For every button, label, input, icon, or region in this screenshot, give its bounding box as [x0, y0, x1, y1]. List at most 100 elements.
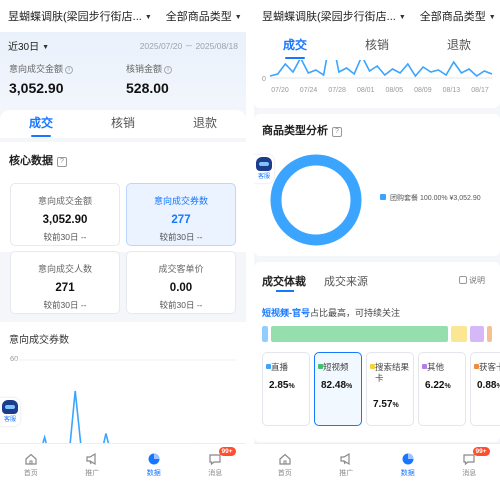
- x-tick-label: 08/01: [357, 87, 375, 94]
- donut-slice: [270, 154, 362, 246]
- kpi-label: 意向成交金额: [37, 196, 92, 206]
- period-selector[interactable]: 近30日 ▼: [8, 38, 49, 53]
- robot-avatar-icon: [256, 157, 272, 171]
- kpi-compare: 较前30日 --: [159, 232, 203, 242]
- legend-swatch: [380, 194, 386, 200]
- service-label: 客服: [3, 417, 16, 423]
- nav-data[interactable]: 数据: [377, 444, 439, 481]
- period-label: 近30日: [8, 42, 40, 53]
- shop-selector[interactable]: 昱蝴蝶调肤(梁园步行街店... ▼: [8, 8, 152, 24]
- source-card[interactable]: 其他 6.22%: [418, 352, 466, 426]
- kpi-card[interactable]: 意向成交金额 3,052.90 较前30日 --: [10, 183, 120, 246]
- left-tab-bar: 成交 核销 退款: [0, 110, 246, 138]
- nav-home[interactable]: 首页: [0, 444, 62, 481]
- document-icon: [459, 276, 467, 284]
- nav-messages[interactable]: 消息 99+: [439, 444, 500, 481]
- tab-deal-source[interactable]: 成交来源: [324, 273, 368, 289]
- kpi-compare: 较前30日 --: [159, 300, 203, 310]
- metric-value: 3,052.90: [9, 80, 64, 96]
- tab-redeem[interactable]: 核销: [82, 110, 164, 138]
- category-selector[interactable]: 全部商品类型 ▼: [420, 8, 496, 24]
- tab-deal[interactable]: 成交: [254, 32, 336, 60]
- robot-avatar-icon: [2, 400, 18, 414]
- nav-label: 数据: [400, 470, 415, 477]
- source-percent: 6.22%: [425, 380, 451, 391]
- right-tab-bar: 成交 核销 退款: [254, 32, 500, 60]
- source-name: 直播: [271, 362, 289, 372]
- trend-line-chart: [14, 359, 236, 444]
- x-tick-label: 08/17: [471, 87, 489, 94]
- kpi-card[interactable]: 意向成交人数 271 较前30日 --: [10, 251, 120, 314]
- help-icon[interactable]: ?: [332, 127, 342, 137]
- donut-chart: [270, 154, 362, 246]
- kpi-card[interactable]: 成交客单价 0.00 较前30日 --: [126, 251, 236, 314]
- kpi-value: 277: [171, 214, 191, 226]
- kpi-label: 意向成交券数: [153, 196, 208, 206]
- kpi-label: 意向成交人数: [37, 264, 92, 274]
- stacked-bar-segment: [262, 326, 269, 342]
- nav-home[interactable]: 首页: [254, 444, 316, 481]
- tab-underline: [276, 290, 294, 292]
- chevron-down-icon: ▼: [42, 44, 50, 51]
- category-selector[interactable]: 全部商品类型 ▼: [166, 8, 242, 24]
- nav-label: 推广: [339, 470, 354, 477]
- bottom-nav: 首页 推广 数据 消息 99+: [254, 443, 500, 481]
- kpi-value: 3,052.90: [42, 214, 88, 226]
- tab-deal-genre[interactable]: 成交体裁: [262, 273, 306, 292]
- nav-promote[interactable]: 推广: [62, 444, 124, 481]
- nav-data[interactable]: 数据: [123, 444, 185, 481]
- service-label: 客服: [257, 174, 270, 180]
- date-range: 2025/07/20 － 2025/08/18: [139, 41, 238, 51]
- shop-selector[interactable]: 昱蝴蝶调肤(梁园步行街店... ▼: [262, 8, 406, 24]
- home-icon: [25, 453, 37, 465]
- chevron-down-icon: ▼: [398, 14, 406, 21]
- trend-line-chart-tail: 0 07/20 07/24 07/28 08/01 08/05 08/09 08/13 08/1…: [262, 60, 493, 94]
- kpi-card-selected[interactable]: 意向成交券数 277 较前30日 --: [126, 183, 236, 246]
- summary-header: 近30日 ▼ 2025/07/20 － 2025/08/18 意向成交金额 i 3,…: [0, 32, 246, 110]
- source-name: 搜索结果卡: [375, 362, 410, 383]
- metric-label: 核销金额 i: [126, 62, 173, 75]
- source-name: 其他: [427, 362, 445, 372]
- info-icon[interactable]: i: [164, 66, 173, 74]
- bottom-nav: 首页 推广 数据 消息 99+: [0, 443, 246, 481]
- shop-name: 昱蝴蝶调肤(梁园步行街店...: [262, 11, 396, 23]
- nav-messages[interactable]: 消息 99+: [185, 444, 247, 481]
- series-line: [269, 60, 493, 78]
- tab-refund[interactable]: 退款: [164, 110, 246, 138]
- customer-service-button[interactable]: 客服: [254, 155, 274, 183]
- megaphone-icon: [340, 452, 350, 466]
- nav-promote[interactable]: 推广: [316, 444, 378, 481]
- screen-divider: [246, 0, 254, 481]
- tab-deal[interactable]: 成交: [0, 110, 82, 138]
- tab-refund[interactable]: 退款: [418, 32, 500, 60]
- help-icon[interactable]: ?: [57, 157, 67, 167]
- tab-redeem[interactable]: 核销: [336, 32, 418, 60]
- kpi-label: 成交客单价: [158, 264, 204, 274]
- metric-value: 528.00: [126, 80, 169, 96]
- nav-label: 消息: [208, 470, 223, 477]
- chevron-down-icon: ▼: [234, 14, 242, 21]
- explain-link[interactable]: 说明: [459, 275, 485, 286]
- nav-label: 数据: [146, 470, 161, 477]
- pie-chart-icon: [148, 453, 160, 465]
- customer-service-button[interactable]: 客服: [0, 398, 20, 426]
- kpi-compare: 较前30日 --: [43, 300, 87, 310]
- source-card[interactable]: 获客卡 0.88%: [470, 352, 500, 426]
- stacked-bar-segment: [271, 326, 449, 342]
- category-filter-label: 全部商品类型: [165, 11, 232, 23]
- source-card[interactable]: 短视频 82.48%: [314, 352, 362, 426]
- legend-text: 团购套餐 100.00% ¥3,052.90: [390, 195, 481, 202]
- megaphone-icon: [86, 452, 96, 466]
- source-card[interactable]: 直播 2.85%: [262, 352, 310, 426]
- nav-label: 首页: [277, 470, 292, 477]
- x-tick-label: 07/24: [300, 87, 318, 94]
- source-percent: 2.85%: [269, 380, 295, 391]
- info-icon[interactable]: i: [65, 66, 74, 74]
- unread-badge: 99+: [218, 447, 236, 456]
- source-percent: 7.57%: [373, 399, 399, 410]
- source-name: 获客卡: [479, 362, 500, 372]
- source-percent: 0.88%: [477, 380, 500, 391]
- source-card[interactable]: 搜索结果卡 7.57%: [366, 352, 414, 426]
- stacked-bar-segment: [486, 326, 492, 342]
- source-percent: 82.48%: [321, 380, 353, 391]
